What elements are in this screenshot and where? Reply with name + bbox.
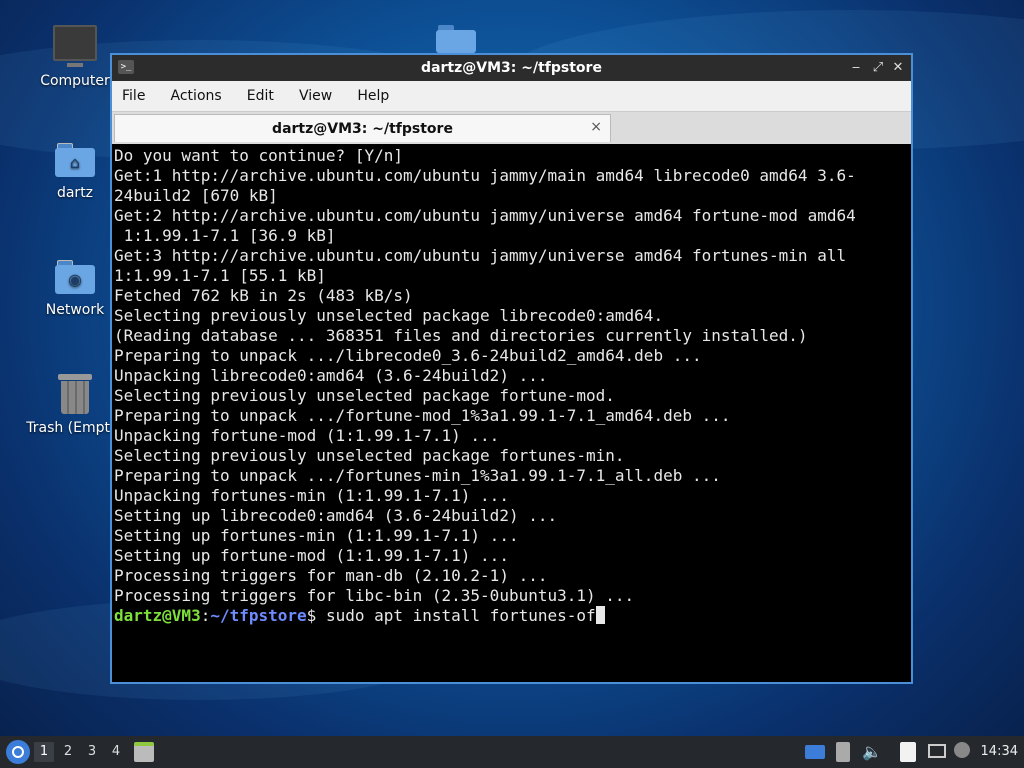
menu-view[interactable]: View	[289, 81, 342, 111]
terminal-line: Preparing to unpack .../fortune-mod_1%3a…	[114, 406, 731, 425]
task-terminal-icon[interactable]	[134, 742, 154, 762]
tab-label: dartz@VM3: ~/tfpstore	[272, 121, 453, 137]
clipboard-icon[interactable]	[836, 742, 850, 762]
close-button[interactable]: ✕	[889, 59, 907, 77]
terminal-prompt-line: dartz@VM3:~/tfpstore$ sudo apt install f…	[114, 606, 909, 626]
terminal-line: Selecting previously unselected package …	[114, 446, 625, 465]
terminal-line: Preparing to unpack .../librecode0_3.6-2…	[114, 346, 702, 365]
updates-icon[interactable]	[954, 742, 970, 758]
terminal-line: Fetched 762 kB in 2s (483 kB/s)	[114, 286, 413, 305]
terminal-line: Processing triggers for libc-bin (2.35-0…	[114, 586, 635, 605]
terminal-line: 1:1.99.1-7.1 [36.9 kB]	[114, 226, 336, 245]
prompt-symbol: $	[306, 606, 317, 625]
terminal-line: Unpacking librecode0:amd64 (3.6-24build2…	[114, 366, 548, 385]
terminal-line: Get:1 http://archive.ubuntu.com/ubuntu j…	[114, 166, 856, 185]
terminal-line: Get:3 http://archive.ubuntu.com/ubuntu j…	[114, 246, 847, 265]
taskbar: 1 2 3 4 🔈 14:34	[0, 736, 1024, 768]
workspace-3[interactable]: 3	[82, 742, 102, 762]
network-folder-icon: ◉	[55, 260, 95, 294]
terminal-line: Setting up librecode0:amd64 (3.6-24build…	[114, 506, 558, 525]
workspace-4[interactable]: 4	[106, 742, 126, 762]
prompt-separator: :	[200, 606, 211, 625]
terminal-line: Get:2 http://archive.ubuntu.com/ubuntu j…	[114, 206, 856, 225]
clock[interactable]: 14:34	[981, 736, 1018, 768]
network-icon[interactable]	[928, 744, 946, 758]
tab-bar: dartz@VM3: ~/tfpstore ×	[112, 112, 911, 144]
terminal-tab[interactable]: dartz@VM3: ~/tfpstore ×	[114, 114, 611, 142]
trash-icon	[58, 374, 92, 414]
terminal-line: Setting up fortunes-min (1:1.99.1-7.1) .…	[114, 526, 519, 545]
folder-icon[interactable]	[436, 25, 476, 53]
terminal-line: Do you want to continue? [Y/n]	[114, 146, 403, 165]
terminal-window[interactable]: >_ dartz@VM3: ~/tfpstore ‒ ⤢ ✕ File Acti…	[110, 53, 913, 684]
prompt-user: dartz@VM3	[114, 606, 201, 625]
menu-bar: File Actions Edit View Help	[112, 81, 911, 112]
terminal-line: (Reading database ... 368351 files and d…	[114, 326, 808, 345]
terminal-output[interactable]: Do you want to continue? [Y/n] Get:1 http…	[114, 146, 909, 680]
workspace-2[interactable]: 2	[58, 742, 78, 762]
window-title: dartz@VM3: ~/tfpstore	[421, 60, 602, 76]
terminal-line: Selecting previously unselected package …	[114, 306, 664, 325]
terminal-line: Preparing to unpack .../fortunes-min_1%3…	[114, 466, 721, 485]
volume-icon[interactable]: 🔈	[862, 742, 882, 762]
display-icon[interactable]	[805, 745, 825, 759]
menu-edit[interactable]: Edit	[237, 81, 284, 111]
menu-file[interactable]: File	[112, 81, 155, 111]
computer-icon	[53, 25, 97, 67]
terminal-line: Unpacking fortunes-min (1:1.99.1-7.1) ..…	[114, 486, 509, 505]
minimize-button[interactable]: ‒	[847, 59, 865, 77]
terminal-line: Selecting previously unselected package …	[114, 386, 615, 405]
terminal-line: 24build2 [670 kB]	[114, 186, 278, 205]
tab-close-icon[interactable]: ×	[590, 119, 602, 135]
home-folder-icon: ⌂	[55, 143, 95, 177]
terminal-line: Unpacking fortune-mod (1:1.99.1-7.1) ...	[114, 426, 500, 445]
text-cursor	[595, 606, 605, 624]
prompt-command: sudo apt install fortunes-of	[316, 606, 596, 625]
terminal-line: 1:1.99.1-7.1 [55.1 kB]	[114, 266, 326, 285]
terminal-line: Processing triggers for man-db (2.10.2-1…	[114, 566, 548, 585]
start-menu-icon[interactable]	[6, 740, 30, 764]
prompt-path: ~/tfpstore	[210, 606, 307, 625]
maximize-button[interactable]: ⤢	[869, 59, 887, 77]
workspace-1[interactable]: 1	[34, 742, 54, 762]
terminal-line: Setting up fortune-mod (1:1.99.1-7.1) ..…	[114, 546, 509, 565]
notes-icon[interactable]	[900, 742, 916, 762]
menu-actions[interactable]: Actions	[161, 81, 232, 111]
menu-help[interactable]: Help	[347, 81, 399, 111]
window-titlebar[interactable]: >_ dartz@VM3: ~/tfpstore ‒ ⤢ ✕	[112, 55, 911, 81]
